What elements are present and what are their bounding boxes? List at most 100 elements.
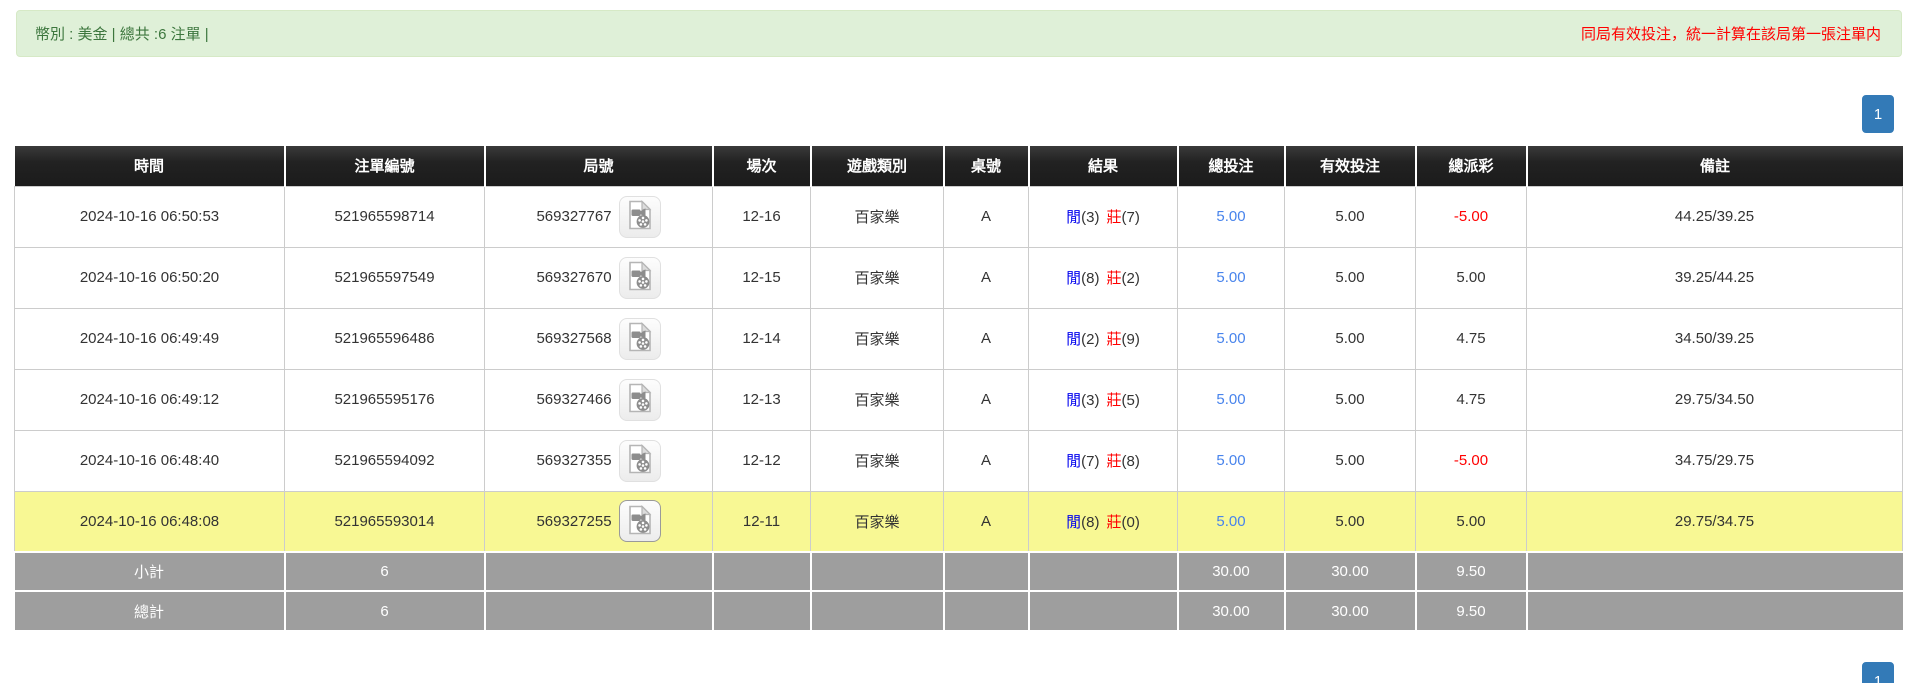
header-table-no: 桌號 [944, 146, 1029, 186]
total-bet-cell: 5.00 [1178, 247, 1285, 308]
total-bet-link[interactable]: 5.00 [1216, 330, 1245, 347]
result-banker-label: 莊 [1107, 514, 1122, 531]
payout-cell: 5.00 [1416, 247, 1527, 308]
video-replay-button[interactable] [619, 500, 661, 542]
header-payout: 總派彩 [1416, 146, 1527, 186]
total-bet-link[interactable]: 5.00 [1216, 208, 1245, 225]
bet-id-cell: 521965598714 [285, 186, 485, 247]
result-cell: 閒(8)莊(0) [1029, 491, 1178, 552]
bet-id-cell: 521965596486 [285, 308, 485, 369]
game-type-cell: 百家樂 [811, 369, 944, 430]
total-bet-link[interactable]: 5.00 [1216, 513, 1245, 530]
session-cell: 12-16 [713, 186, 811, 247]
table-row: 2024-10-16 06:48:08 521965593014 5693272… [15, 491, 1903, 552]
video-replay-icon [626, 200, 654, 233]
pagination-page-1-top[interactable]: 1 [1862, 95, 1894, 133]
result-cell: 閒(7)莊(8) [1029, 430, 1178, 491]
table-row: 2024-10-16 06:49:49 521965596486 5693275… [15, 308, 1903, 369]
round-cell: 569327767 [485, 186, 713, 247]
round-cell: 569327355 [485, 430, 713, 491]
result-banker-score: (5) [1122, 392, 1140, 409]
session-cell: 12-13 [713, 369, 811, 430]
total-count: 6 [285, 591, 485, 630]
remark-cell: 34.50/39.25 [1527, 308, 1903, 369]
valid-bet-cell: 5.00 [1285, 186, 1416, 247]
session-cell: 12-11 [713, 491, 811, 552]
total-bet-cell: 5.00 [1178, 430, 1285, 491]
video-replay-button[interactable] [619, 196, 661, 238]
header-total-bet: 總投注 [1178, 146, 1285, 186]
total-payout: 9.50 [1416, 591, 1527, 630]
round-id: 569327355 [536, 452, 611, 469]
time-cell: 2024-10-16 06:50:53 [15, 186, 285, 247]
subtotal-payout: 9.50 [1416, 552, 1527, 591]
payout-cell: -5.00 [1416, 430, 1527, 491]
round-id: 569327466 [536, 391, 611, 408]
game-type-cell: 百家樂 [811, 430, 944, 491]
result-banker-score: (2) [1122, 270, 1140, 287]
subtotal-label: 小計 [15, 552, 285, 591]
session-cell: 12-15 [713, 247, 811, 308]
video-replay-button[interactable] [619, 440, 661, 482]
table-no-cell: A [944, 430, 1029, 491]
result-player-label: 閒 [1066, 331, 1081, 348]
total-total-bet: 30.00 [1178, 591, 1285, 630]
round-id: 569327670 [536, 269, 611, 286]
game-type-cell: 百家樂 [811, 491, 944, 552]
remark-cell: 34.75/29.75 [1527, 430, 1903, 491]
valid-bet-cell: 5.00 [1285, 247, 1416, 308]
table-row: 2024-10-16 06:50:53 521965598714 5693277… [15, 186, 1903, 247]
total-bet-link[interactable]: 5.00 [1216, 452, 1245, 469]
time-cell: 2024-10-16 06:49:12 [15, 369, 285, 430]
time-cell: 2024-10-16 06:48:08 [15, 491, 285, 552]
video-replay-icon [626, 383, 654, 416]
total-bet-link[interactable]: 5.00 [1216, 269, 1245, 286]
result-banker-label: 莊 [1107, 331, 1122, 348]
result-player-score: (7) [1081, 453, 1099, 470]
payout-cell: 4.75 [1416, 308, 1527, 369]
remark-cell: 44.25/39.25 [1527, 186, 1903, 247]
table-no-cell: A [944, 369, 1029, 430]
game-type-cell: 百家樂 [811, 308, 944, 369]
table-row: 2024-10-16 06:48:40 521965594092 5693273… [15, 430, 1903, 491]
round-cell: 569327255 [485, 491, 713, 552]
remark-cell: 29.75/34.75 [1527, 491, 1903, 552]
pagination-page-1-bottom[interactable]: 1 [1862, 662, 1894, 683]
total-bet-cell: 5.00 [1178, 308, 1285, 369]
total-bet-link[interactable]: 5.00 [1216, 391, 1245, 408]
bet-id-cell: 521965595176 [285, 369, 485, 430]
video-replay-button[interactable] [619, 379, 661, 421]
game-type-cell: 百家樂 [811, 247, 944, 308]
video-replay-button[interactable] [619, 318, 661, 360]
session-cell: 12-14 [713, 308, 811, 369]
result-cell: 閒(8)莊(2) [1029, 247, 1178, 308]
result-banker-label: 莊 [1107, 453, 1122, 470]
table-no-cell: A [944, 247, 1029, 308]
valid-bet-cell: 5.00 [1285, 430, 1416, 491]
video-replay-button[interactable] [619, 257, 661, 299]
round-cell: 569327466 [485, 369, 713, 430]
result-player-label: 閒 [1066, 453, 1081, 470]
header-game-type: 遊戲類別 [811, 146, 944, 186]
result-banker-label: 莊 [1107, 209, 1122, 226]
total-bet-cell: 5.00 [1178, 491, 1285, 552]
result-banker-score: (0) [1122, 514, 1140, 531]
round-id: 569327568 [536, 330, 611, 347]
result-banker-label: 莊 [1107, 392, 1122, 409]
result-banker-score: (9) [1122, 331, 1140, 348]
total-valid-bet: 30.00 [1285, 591, 1416, 630]
result-player-score: (3) [1081, 209, 1099, 226]
session-cell: 12-12 [713, 430, 811, 491]
remark-cell: 39.25/44.25 [1527, 247, 1903, 308]
remark-cell: 29.75/34.50 [1527, 369, 1903, 430]
same-round-notice: 同局有效投注，統一計算在該局第一張注單内 [1581, 23, 1881, 44]
video-replay-icon [626, 322, 654, 355]
subtotal-count: 6 [285, 552, 485, 591]
result-cell: 閒(2)莊(9) [1029, 308, 1178, 369]
valid-bet-cell: 5.00 [1285, 491, 1416, 552]
header-remark: 備註 [1527, 146, 1903, 186]
result-player-label: 閒 [1066, 392, 1081, 409]
payout-cell: 4.75 [1416, 369, 1527, 430]
result-cell: 閒(3)莊(5) [1029, 369, 1178, 430]
currency-summary-bar: 幣別 : 美金 | 總共 :6 注單 | 同局有效投注，統一計算在該局第一張注單… [16, 10, 1902, 57]
